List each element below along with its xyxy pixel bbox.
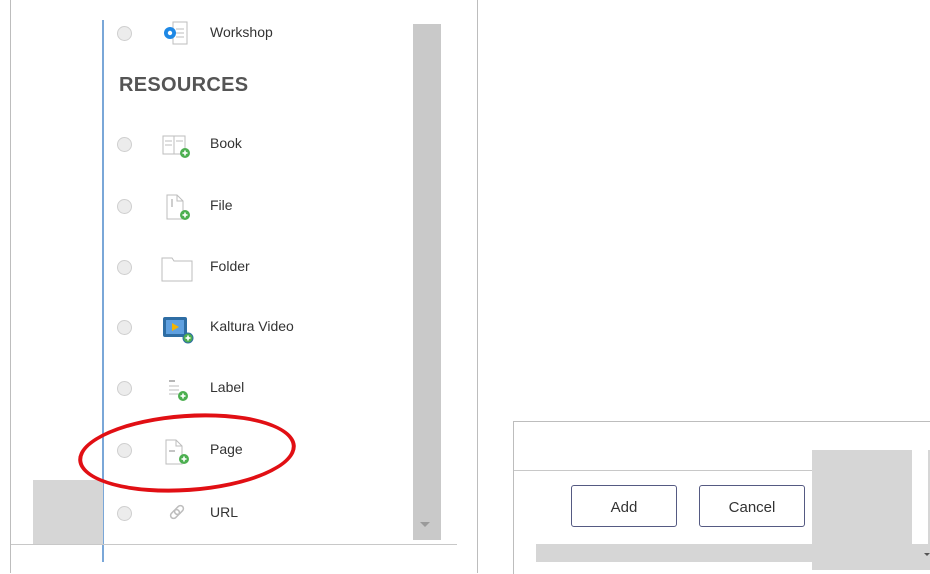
radio-file[interactable] — [117, 199, 132, 214]
list-item-folder[interactable]: Folder — [117, 254, 407, 284]
radio-book[interactable] — [117, 137, 132, 152]
label-icon — [159, 375, 195, 405]
chooser-footer: Add Cancel — [513, 421, 930, 574]
chooser-grey-block — [33, 480, 103, 544]
list-scrollbar[interactable] — [413, 24, 441, 540]
list-item-book[interactable]: Book — [117, 131, 407, 161]
list-item-label-resource[interactable]: Label — [117, 375, 407, 405]
list-item-kaltura-video[interactable]: Kaltura Video — [117, 314, 407, 344]
horizontal-scrollbar[interactable] — [536, 544, 930, 562]
book-icon — [159, 131, 195, 161]
list-item-label: URL — [210, 504, 239, 520]
list-item-file[interactable]: File — [117, 193, 407, 223]
workshop-icon — [159, 20, 195, 50]
kaltura-video-icon — [159, 314, 195, 344]
footer-divider — [514, 470, 814, 471]
cancel-button[interactable]: Cancel — [699, 485, 805, 527]
folder-icon — [159, 254, 195, 284]
scroll-down-arrow-icon[interactable] — [420, 522, 430, 527]
scroll-arrow-icon[interactable] — [924, 553, 930, 556]
radio-workshop[interactable] — [117, 26, 132, 41]
radio-kaltura-video[interactable] — [117, 320, 132, 335]
list-item-label: Book — [210, 135, 242, 151]
activity-chooser-list: Workshop RESOURCES Book File Folder Kalt… — [10, 0, 478, 573]
radio-url[interactable] — [117, 506, 132, 521]
link-icon — [159, 500, 195, 530]
list-item-label: Label — [210, 379, 245, 395]
list-item-label: File — [210, 197, 233, 213]
add-button[interactable]: Add — [571, 485, 677, 527]
list-item-workshop[interactable]: Workshop — [117, 20, 407, 50]
file-icon — [159, 193, 195, 223]
list-item-label: Workshop — [210, 24, 273, 40]
list-item-label: Folder — [210, 258, 250, 274]
list-item-url[interactable]: URL — [117, 500, 407, 530]
footer-white-strip — [912, 450, 928, 544]
section-heading-resources: RESOURCES — [119, 74, 249, 96]
radio-label[interactable] — [117, 381, 132, 396]
radio-folder[interactable] — [117, 260, 132, 275]
list-item-label: Kaltura Video — [210, 318, 294, 334]
list-divider — [11, 544, 457, 545]
